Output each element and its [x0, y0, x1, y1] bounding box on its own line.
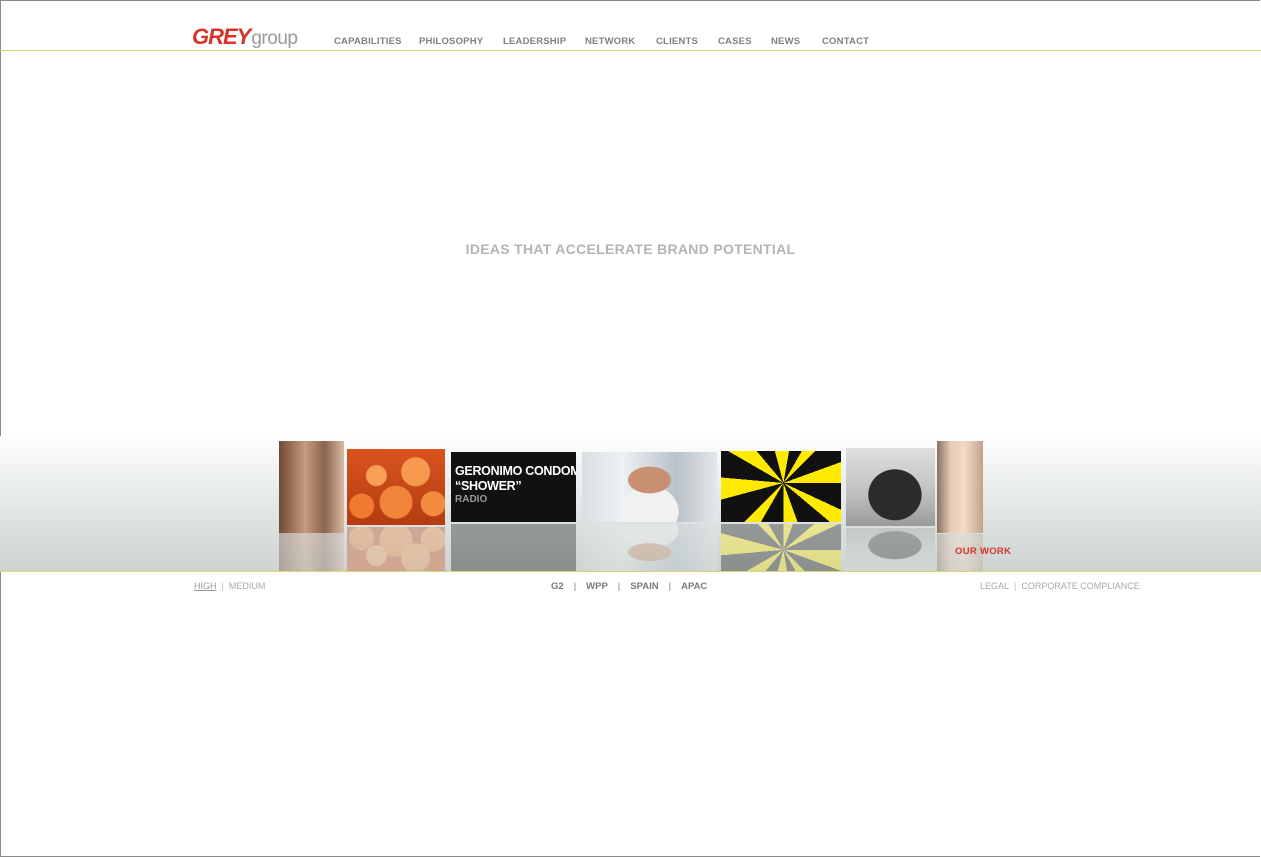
nav-cases[interactable]: CASES — [718, 36, 752, 47]
quality-high-link[interactable]: HIGH — [194, 581, 217, 591]
carousel-tile-lightning[interactable] — [721, 451, 841, 522]
nav-network[interactable]: NETWORK — [585, 36, 635, 47]
separator: | — [668, 581, 672, 592]
nav-philosophy[interactable]: PHILOSOPHY — [419, 36, 483, 47]
site-apac-link[interactable]: APAC — [681, 581, 707, 592]
footer-rule — [0, 571, 1261, 572]
nav-contact[interactable]: CONTACT — [822, 36, 869, 47]
tile-reflection — [451, 524, 576, 571]
nav-news[interactable]: NEWS — [771, 36, 800, 47]
tile-reflection — [721, 524, 841, 571]
separator: | — [1014, 581, 1017, 591]
carousel-tile-geronimo[interactable]: GERONIMO CONDOMS “SHOWER” RADIO — [451, 452, 576, 522]
site-spain-link[interactable]: SPAIN — [630, 581, 658, 592]
separator: | — [221, 581, 224, 591]
tile-reflection — [582, 524, 717, 571]
carousel-tile-portrait[interactable] — [279, 441, 344, 533]
carousel-tile-baby[interactable] — [937, 441, 983, 533]
logo-grey-text: GREY — [192, 24, 251, 49]
tile-reflection — [846, 528, 935, 571]
nav-leadership[interactable]: LEADERSHIP — [503, 36, 566, 47]
logo-group-text: group — [251, 28, 298, 49]
separator: | — [617, 581, 621, 592]
carousel-tile-gears[interactable] — [347, 449, 445, 525]
carousel-tile-man-toothbrush[interactable] — [582, 452, 717, 522]
tile-reflection — [279, 533, 344, 571]
our-work-link[interactable]: OUR WORK — [955, 546, 1011, 557]
legal-link[interactable]: LEGAL — [980, 581, 1009, 591]
tile-reflection — [347, 527, 445, 571]
corporate-compliance-link[interactable]: CORPORATE COMPLIANCE — [1021, 581, 1139, 591]
grey-group-logo[interactable]: GREYgroup — [192, 24, 298, 52]
separator: | — [573, 581, 577, 592]
tagline: IDEAS THAT ACCELERATE BRAND POTENTIAL — [465, 241, 796, 257]
site-wpp-link[interactable]: WPP — [586, 581, 608, 592]
featured-subtitle: “SHOWER” — [455, 479, 522, 493]
featured-type: RADIO — [455, 494, 488, 505]
quality-switch: HIGH | MEDIUM — [194, 581, 265, 591]
header-rule — [0, 50, 1261, 51]
legal-links: LEGAL | CORPORATE COMPLIANCE — [980, 581, 1140, 591]
carousel-tile-car[interactable] — [846, 448, 935, 526]
nav-clients[interactable]: CLIENTS — [656, 36, 698, 47]
network-sites: G2 | WPP | SPAIN | APAC — [551, 581, 707, 592]
page-frame — [0, 0, 1260, 857]
site-g2-link[interactable]: G2 — [551, 581, 564, 592]
featured-title: GERONIMO CONDOMS — [455, 464, 576, 478]
nav-capabilities[interactable]: CAPABILITIES — [334, 36, 402, 47]
quality-medium-link[interactable]: MEDIUM — [229, 581, 266, 591]
